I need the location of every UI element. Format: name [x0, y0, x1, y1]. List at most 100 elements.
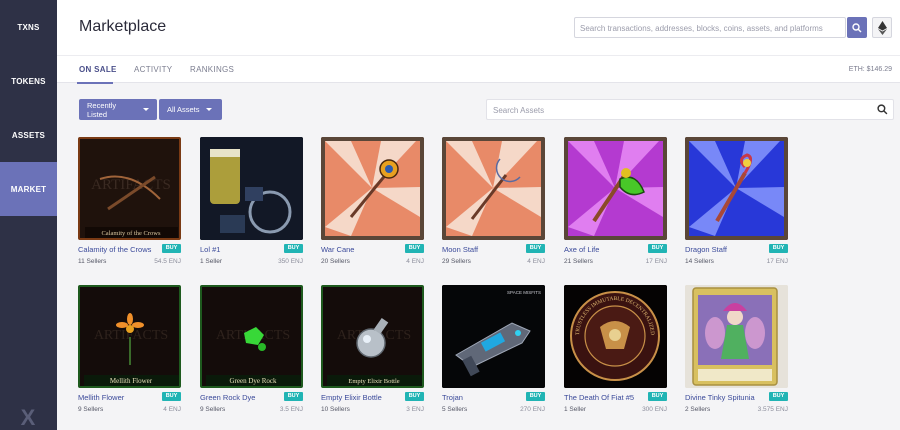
- svg-text:Empty Elixir Bottle: Empty Elixir Bottle: [348, 378, 399, 385]
- asset-price: 4 ENJ: [527, 258, 545, 265]
- tab-bar: ON SALE ACTIVITY RANKINGS ETH: $146.29: [57, 55, 900, 84]
- eth-price: ETH: $146.29: [848, 66, 892, 73]
- seller-count: 29 Sellers: [442, 258, 471, 265]
- asset-name[interactable]: Trojan: [442, 393, 463, 402]
- global-search-input[interactable]: Search transactions, addresses, blocks, …: [574, 17, 846, 38]
- asset-image[interactable]: SPACE MISFITS: [442, 285, 545, 388]
- asset-image[interactable]: ARTIFACTS Green Dye Rock: [200, 285, 303, 388]
- asset-price: 17 ENJ: [766, 258, 788, 265]
- asset-image[interactable]: ARTIFACTS Mellith Flower: [78, 285, 181, 388]
- asset-card[interactable]: ARTIFACTS Mellith Flower Mellith Flower …: [78, 285, 188, 415]
- seller-count: 1 Seller: [200, 258, 223, 265]
- asset-name[interactable]: Moon Staff: [442, 245, 478, 254]
- tab-on-sale[interactable]: ON SALE: [79, 65, 117, 74]
- buy-button[interactable]: BUY: [162, 244, 181, 253]
- header: Marketplace Search transactions, address…: [57, 0, 900, 55]
- seller-count: 10 Sellers: [321, 406, 350, 413]
- svg-text:Calamity of the Crows: Calamity of the Crows: [101, 230, 161, 237]
- page-title: Marketplace: [79, 18, 167, 35]
- seller-count: 9 Sellers: [200, 406, 226, 413]
- search-button[interactable]: [847, 17, 867, 38]
- sidebar-item-tokens[interactable]: TOKENS: [0, 54, 57, 108]
- asset-price: 4 ENJ: [406, 258, 424, 265]
- asset-card[interactable]: Axe of Life BUY 21 Sellers 17 ENJ: [564, 137, 674, 267]
- crossbow-icon: ARTIFACTS Calamity of the Crows: [80, 139, 179, 238]
- asset-card[interactable]: Divine Tinky Spitunia BUY 2 Sellers 3.57…: [685, 285, 795, 415]
- buy-button[interactable]: BUY: [526, 392, 545, 401]
- flower-icon: ARTIFACTS Mellith Flower: [80, 287, 179, 386]
- asset-card[interactable]: SPACE MISFITS Trojan BUY 5 Sellers 270 E…: [442, 285, 552, 415]
- network-selector-button[interactable]: [872, 17, 892, 38]
- brand-logo: X: [20, 405, 36, 430]
- bottle-icon: ARTIFACTS Empty Elixir Bottle: [323, 287, 422, 386]
- asset-search-input[interactable]: Search Assets: [486, 99, 894, 120]
- asset-price: 3 ENJ: [406, 406, 424, 413]
- chevron-down-icon: [205, 108, 212, 111]
- asset-name[interactable]: Axe of Life: [564, 245, 599, 254]
- space-gun-icon: SPACE MISFITS: [442, 285, 545, 388]
- buy-button[interactable]: BUY: [769, 392, 788, 401]
- asset-price: 3.5 ENJ: [279, 406, 303, 413]
- asset-card[interactable]: Lol #1 BUY 1 Seller 350 ENJ: [200, 137, 310, 267]
- tab-activity[interactable]: ACTIVITY: [134, 65, 172, 74]
- asset-card[interactable]: War Cane BUY 20 Sellers 4 ENJ: [321, 137, 431, 267]
- buy-button[interactable]: BUY: [405, 392, 424, 401]
- buy-button[interactable]: BUY: [769, 244, 788, 253]
- search-icon: [852, 22, 862, 32]
- sort-dropdown-label: Recently Listed: [87, 100, 117, 119]
- asset-name[interactable]: Lol #1: [200, 245, 220, 254]
- war-cane-icon: [321, 137, 424, 240]
- asset-name[interactable]: Dragon Staff: [685, 245, 727, 254]
- seller-count: 5 Sellers: [442, 406, 468, 413]
- asset-name[interactable]: Mellith Flower: [78, 393, 124, 402]
- ethereum-icon: [877, 20, 887, 35]
- asset-card[interactable]: TRUSTLESS IMMUTABLE DECENTRALIZED The De…: [564, 285, 674, 415]
- asset-card[interactable]: ARTIFACTS Calamity of the Crows Calamity…: [78, 137, 188, 267]
- category-dropdown-label: All Assets: [167, 105, 200, 114]
- sidebar-item-txns[interactable]: TXNS: [0, 0, 57, 54]
- asset-image[interactable]: TRUSTLESS IMMUTABLE DECENTRALIZED: [564, 285, 667, 388]
- buy-button[interactable]: BUY: [648, 392, 667, 401]
- svg-text:Mellith Flower: Mellith Flower: [110, 377, 153, 385]
- category-dropdown[interactable]: All Assets: [159, 99, 222, 120]
- asset-image[interactable]: [685, 137, 788, 240]
- asset-price: 54.5 ENJ: [154, 258, 181, 265]
- asset-image[interactable]: [321, 137, 424, 240]
- sort-dropdown[interactable]: Recently Listed: [79, 99, 157, 120]
- buy-button[interactable]: BUY: [648, 244, 667, 253]
- tab-rankings[interactable]: RANKINGS: [190, 65, 234, 74]
- svg-text:Green Dye Rock: Green Dye Rock: [229, 377, 277, 385]
- seller-count: 9 Sellers: [78, 406, 104, 413]
- asset-image[interactable]: ARTIFACTS Empty Elixir Bottle: [321, 285, 424, 388]
- asset-price: 4 ENJ: [163, 406, 181, 413]
- asset-image[interactable]: [685, 285, 788, 388]
- beer-glass-icon: [200, 137, 303, 240]
- sidebar-item-market[interactable]: MARKET: [0, 162, 57, 216]
- asset-image[interactable]: [442, 137, 545, 240]
- asset-name[interactable]: Green Rock Dye: [200, 393, 255, 402]
- buy-button[interactable]: BUY: [162, 392, 181, 401]
- asset-name[interactable]: The Death Of Fiat #5: [564, 393, 634, 402]
- buy-button[interactable]: BUY: [526, 244, 545, 253]
- search-icon[interactable]: [877, 104, 888, 115]
- buy-button[interactable]: BUY: [284, 392, 303, 401]
- asset-name[interactable]: Empty Elixir Bottle: [321, 393, 382, 402]
- asset-image[interactable]: ARTIFACTS Calamity of the Crows: [78, 137, 181, 240]
- buy-button[interactable]: BUY: [405, 244, 424, 253]
- asset-name[interactable]: Calamity of the Crows: [78, 245, 151, 254]
- asset-image[interactable]: [564, 137, 667, 240]
- asset-card[interactable]: Dragon Staff BUY 14 Sellers 17 ENJ: [685, 137, 795, 267]
- asset-card[interactable]: ARTIFACTS Empty Elixir Bottle Empty Elix…: [321, 285, 431, 415]
- asset-price: 3.575 ENJ: [757, 406, 788, 413]
- asset-card[interactable]: Moon Staff BUY 29 Sellers 4 ENJ: [442, 137, 552, 267]
- buy-button[interactable]: BUY: [284, 244, 303, 253]
- seller-count: 14 Sellers: [685, 258, 714, 265]
- asset-card[interactable]: ARTIFACTS Green Dye Rock Green Rock Dye …: [200, 285, 310, 415]
- seller-count: 2 Sellers: [685, 406, 711, 413]
- asset-image[interactable]: [200, 137, 303, 240]
- asset-name[interactable]: War Cane: [321, 245, 354, 254]
- moon-staff-icon: [442, 137, 545, 240]
- asset-name[interactable]: Divine Tinky Spitunia: [685, 393, 755, 402]
- sidebar-item-assets[interactable]: ASSETS: [0, 108, 57, 162]
- seller-count: 1 Seller: [564, 406, 587, 413]
